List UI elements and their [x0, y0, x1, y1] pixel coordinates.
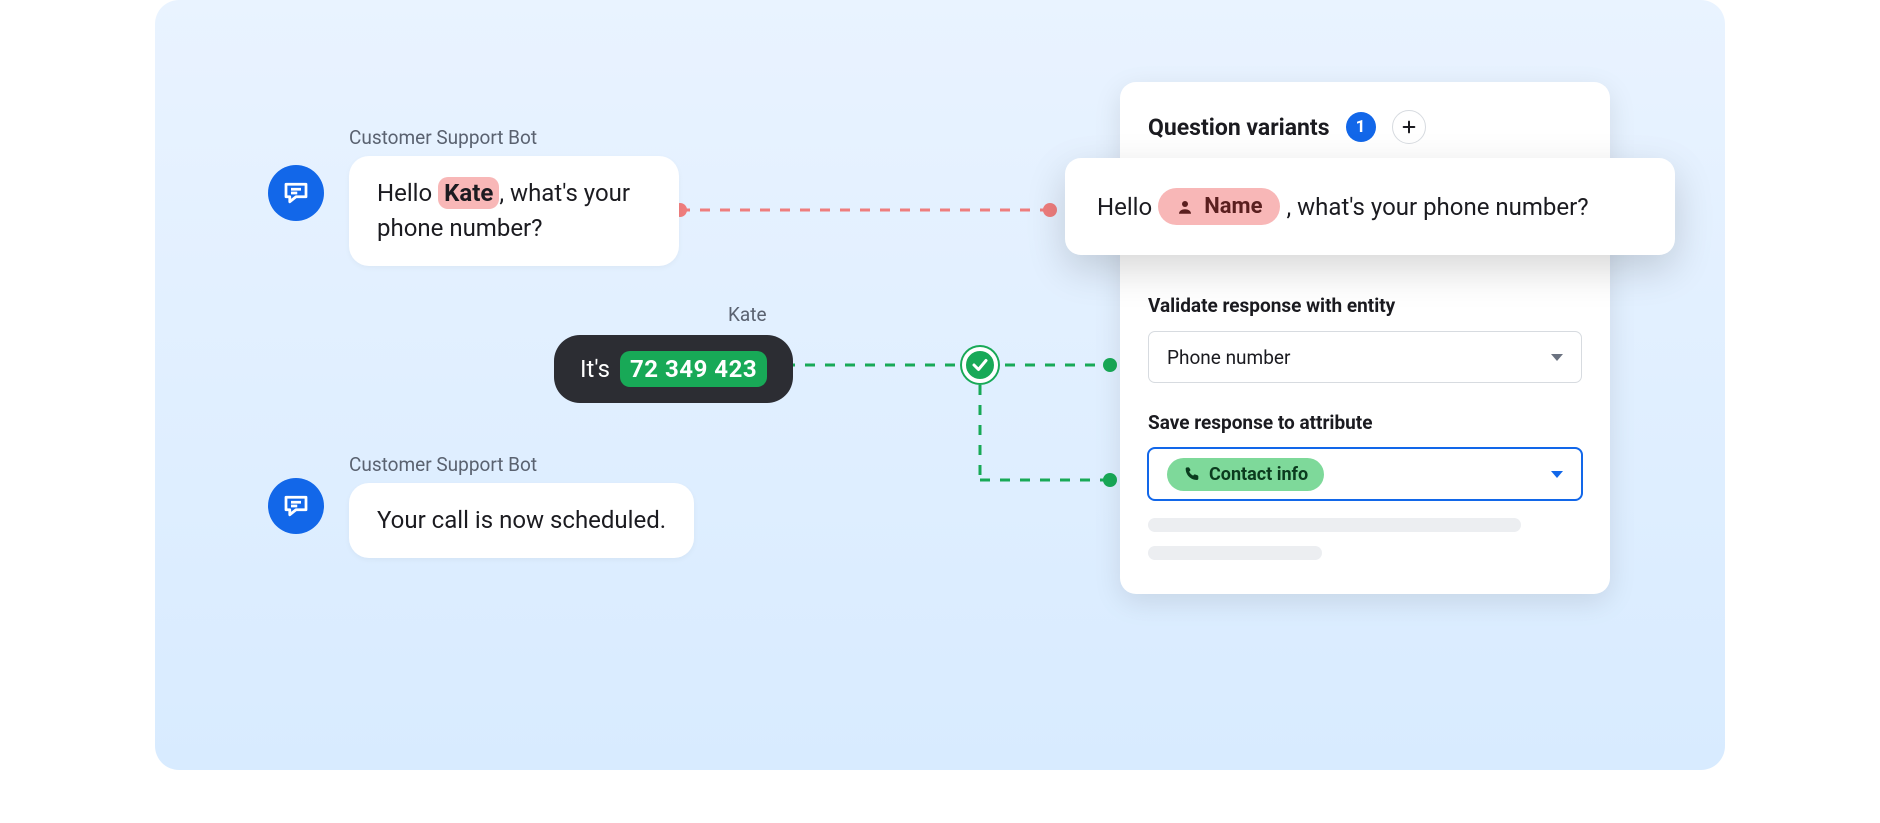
bot-avatar-icon: [268, 165, 324, 221]
name-variable-token[interactable]: Name: [1158, 188, 1280, 225]
bot-message-bubble: Your call is now scheduled.: [349, 483, 694, 558]
user-message-bubble: It's 72 349 423: [554, 335, 793, 403]
validate-entity-dropdown[interactable]: Phone number: [1148, 331, 1582, 383]
bot-message-bubble: Hello Kate, what's your phone number?: [349, 156, 679, 266]
question-variant-card[interactable]: Hello Name , what's your phone number?: [1065, 158, 1675, 255]
chevron-down-icon: [1551, 354, 1563, 361]
dropdown-value: Phone number: [1167, 346, 1290, 369]
person-icon: [1176, 198, 1194, 216]
validate-entity-label: Validate response with entity: [1148, 294, 1582, 317]
message-text: It's: [580, 355, 610, 383]
sender-label: Kate: [728, 303, 767, 326]
phone-number-highlight: 72 349 423: [620, 351, 767, 387]
attribute-chip-label: Contact info: [1209, 464, 1308, 485]
connector-dot: [1103, 358, 1117, 372]
save-attribute-label: Save response to attribute: [1148, 411, 1582, 434]
sender-label: Customer Support Bot: [349, 126, 537, 149]
message-text: Your call is now scheduled.: [377, 506, 666, 534]
connector-dot: [1043, 203, 1057, 217]
placeholder-line: [1148, 518, 1521, 532]
panel-title: Question variants: [1148, 114, 1330, 141]
add-variant-button[interactable]: [1392, 110, 1426, 144]
plus-icon: [1401, 119, 1417, 135]
connector-dot: [1103, 473, 1117, 487]
save-attribute-dropdown[interactable]: Contact info: [1148, 448, 1582, 500]
message-text: Hello: [377, 179, 438, 207]
message-text: ,: [499, 179, 510, 207]
variant-text: , what's your phone number?: [1286, 193, 1588, 221]
illustration-canvas: Customer Support Bot Hello Kate, what's …: [155, 0, 1725, 770]
validation-check-icon: [962, 347, 998, 383]
placeholder-line: [1148, 546, 1322, 560]
chevron-down-icon: [1551, 471, 1563, 478]
name-variable-label: Name: [1204, 194, 1262, 219]
name-highlight: Kate: [438, 177, 499, 209]
attribute-chip: Contact info: [1167, 458, 1324, 491]
bot-avatar-icon: [268, 478, 324, 534]
phone-icon: [1183, 466, 1199, 482]
sender-label: Customer Support Bot: [349, 453, 537, 476]
variant-text: Hello: [1097, 193, 1152, 221]
variant-count-badge: 1: [1346, 112, 1376, 142]
